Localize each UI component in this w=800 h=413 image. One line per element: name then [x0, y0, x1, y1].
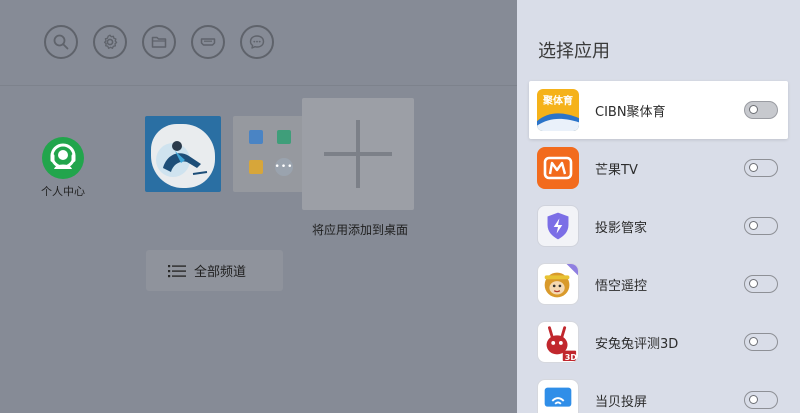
monkey-king-icon: [537, 263, 579, 305]
toggle-switch[interactable]: [744, 217, 778, 235]
header-divider: [0, 85, 517, 86]
panel-title: 选择应用: [538, 41, 610, 62]
person-headset-icon: [42, 137, 84, 179]
shield-bolt-icon: [537, 205, 579, 247]
input-source-button[interactable]: [191, 25, 225, 59]
search-icon: [53, 34, 69, 50]
mango-tv-icon: [537, 147, 579, 189]
app-row-wukong-remote[interactable]: 悟空遥控: [529, 255, 788, 313]
app-name: 悟空遥控: [595, 278, 648, 294]
files-button[interactable]: [142, 25, 176, 59]
search-button[interactable]: [44, 25, 78, 59]
app-row-cibn[interactable]: 聚体育 CIBN聚体育: [529, 81, 788, 139]
all-channels-button[interactable]: 全部频道: [146, 250, 283, 291]
messages-button[interactable]: [240, 25, 274, 59]
app-name: 安兔兔评测3D: [595, 336, 679, 352]
mini-app-icon: [249, 160, 263, 174]
toggle-switch[interactable]: [744, 159, 778, 177]
reading-person-illustration: [156, 141, 208, 177]
add-to-desktop-button[interactable]: [302, 98, 414, 210]
gear-icon: [103, 34, 118, 49]
app-name: 当贝投屏: [595, 394, 648, 410]
app-row-dangbei-cast[interactable]: 当贝投屏: [529, 371, 788, 413]
screen-cast-icon: [537, 379, 579, 413]
add-to-desktop-label: 将应用添加到桌面: [311, 223, 408, 237]
profile-label: 个人中心: [41, 185, 85, 198]
antutu-icon: 3D: [537, 321, 579, 363]
app-name: 投影管家: [595, 220, 648, 236]
profile-entry[interactable]: 个人中心: [38, 137, 88, 199]
app-row-mango-tv[interactable]: 芒果TV: [529, 139, 788, 197]
chat-bubble-icon: [249, 35, 265, 49]
home-screen-dimmed: 个人中心 ••• 将应用添加到桌面 全部频道: [0, 0, 517, 413]
app-row-projector-manager[interactable]: 投影管家: [529, 197, 788, 255]
all-channels-label: 全部频道: [194, 265, 247, 280]
more-dots-icon: •••: [275, 158, 293, 176]
hdmi-icon: [200, 38, 216, 46]
toggle-switch[interactable]: [744, 333, 778, 351]
list-icon: [168, 264, 186, 277]
cibn-sports-icon: 聚体育: [537, 89, 579, 131]
select-app-panel: 选择应用 聚体育 CIBN聚体育 芒果TV 投影管家 悟空遥控 3D 安兔兔评测…: [517, 0, 800, 413]
app-row-antutu-3d[interactable]: 3D 安兔兔评测3D: [529, 313, 788, 371]
mini-app-icon: [277, 130, 291, 144]
settings-button[interactable]: [93, 25, 127, 59]
mini-app-icon: [249, 130, 263, 144]
toggle-switch[interactable]: [744, 275, 778, 293]
top-toolbar: [44, 25, 274, 59]
wallpaper-tile[interactable]: [145, 116, 221, 192]
app-name: 芒果TV: [595, 162, 638, 178]
folder-icon: [151, 36, 167, 48]
toggle-switch[interactable]: [744, 391, 778, 409]
app-folder-tile[interactable]: •••: [233, 116, 309, 192]
app-name: CIBN聚体育: [595, 104, 666, 120]
toggle-switch[interactable]: [744, 101, 778, 119]
